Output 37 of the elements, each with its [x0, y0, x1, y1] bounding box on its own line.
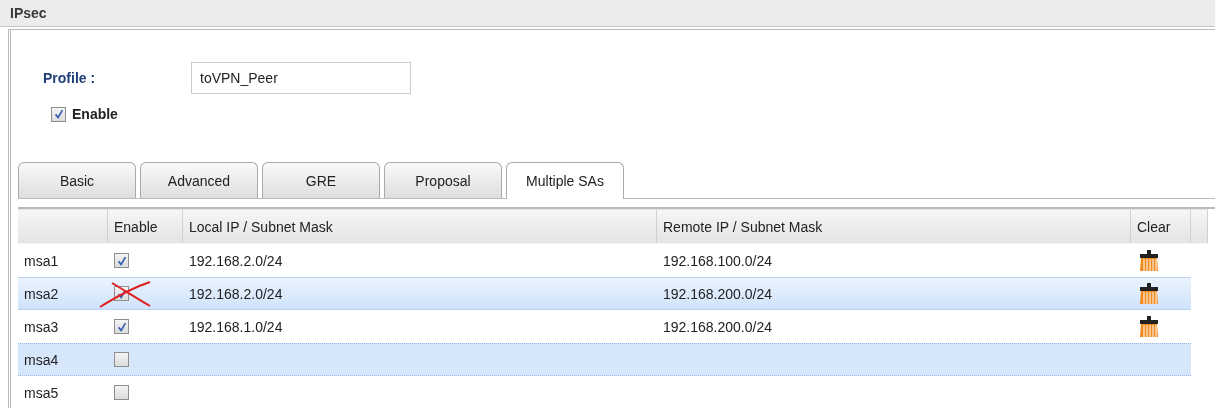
broom-icon[interactable] [1137, 315, 1161, 338]
broom-icon[interactable] [1137, 249, 1161, 272]
table-row[interactable]: msa3 192.168.1.0/24 192.168.200.0/24 [18, 310, 1191, 343]
column-header: Local IP / Subnet Mask [183, 210, 657, 243]
window-title: IPsec [10, 5, 47, 21]
table-cell-text: 192.168.2.0/24 [188, 251, 284, 271]
enable-checkbox[interactable] [51, 106, 66, 122]
table-cell-text: msa1 [23, 251, 60, 271]
table-row[interactable]: msa5 [18, 376, 1191, 408]
enable-checkbox[interactable] [114, 352, 129, 367]
table-row[interactable]: msa2 192.168.2.0/24 192.168.200.0/24 [18, 277, 1191, 310]
table-cell-text: 192.168.100.0/24 [662, 251, 773, 271]
table-cell-text: msa3 [23, 317, 60, 337]
table-row[interactable]: msa1 192.168.2.0/24 192.168.100.0/24 [18, 244, 1191, 277]
table-row[interactable]: msa4 [18, 343, 1191, 376]
broom-icon[interactable] [1137, 282, 1161, 305]
table-cell-text: 192.168.200.0/24 [662, 284, 773, 304]
tab[interactable]: GRE [262, 162, 380, 198]
profile-field[interactable]: toVPN_Peer [191, 62, 411, 94]
enable-checkbox[interactable] [114, 253, 129, 268]
profile-label: Profile : [43, 70, 97, 86]
enable-checkbox[interactable] [114, 385, 129, 400]
tab[interactable]: Multiple SAs [506, 162, 624, 199]
column-header: Remote IP / Subnet Mask [657, 210, 1131, 243]
enable-checkbox[interactable] [114, 319, 129, 334]
table-cell-text: msa2 [23, 284, 60, 304]
column-header: Clear [1131, 210, 1191, 243]
table-cell-text: 192.168.2.0/24 [188, 284, 284, 304]
tab[interactable]: Advanced [140, 162, 258, 198]
table-cell-text: 192.168.1.0/24 [188, 317, 284, 337]
tab[interactable]: Proposal [384, 162, 502, 198]
table-cell-text: 192.168.200.0/24 [662, 317, 773, 337]
enable-label: Enable [72, 106, 118, 122]
table-cell-text: msa4 [23, 350, 60, 370]
column-header: Enable [108, 210, 183, 243]
tab[interactable]: Basic [18, 162, 136, 198]
table-cell-text: msa5 [23, 383, 60, 403]
